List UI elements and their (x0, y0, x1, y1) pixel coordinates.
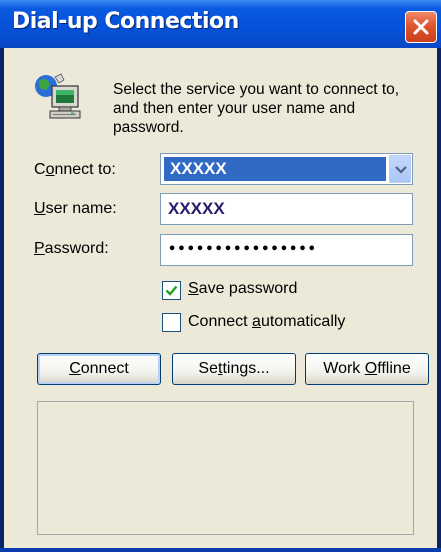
settings-button[interactable]: Settings... (172, 353, 296, 385)
password-label: Password: (34, 240, 109, 257)
save-password-checkbox[interactable] (162, 281, 181, 300)
dropdown-arrow-button[interactable] (389, 155, 411, 183)
status-area (37, 401, 414, 535)
chevron-down-icon (395, 166, 407, 174)
user-name-label: User name: (34, 200, 117, 217)
close-button[interactable] (405, 11, 437, 43)
window-title: Dial-up Connection (12, 9, 239, 34)
work-offline-button[interactable]: Work Offline (305, 353, 429, 385)
connect-to-selected-value: XXXXX (164, 157, 386, 181)
password-input[interactable]: •••••••••••••••• (160, 234, 413, 266)
window-border-bottom (0, 548, 441, 552)
connect-button[interactable]: Connect (37, 353, 161, 385)
connect-automatically-checkbox[interactable] (162, 313, 181, 332)
close-icon (413, 19, 429, 35)
connect-to-dropdown[interactable]: XXXXX (160, 153, 413, 185)
save-password-label[interactable]: Save password (188, 280, 297, 298)
intro-text: Select the service you want to connect t… (113, 81, 400, 136)
user-name-input[interactable]: XXXXX (160, 193, 413, 225)
checkmark-icon (165, 285, 178, 296)
connect-automatically-label[interactable]: Connect automatically (188, 313, 345, 331)
connect-to-label: Connect to: (34, 161, 116, 178)
title-bar[interactable]: Dial-up Connection (0, 0, 441, 48)
dialup-window: Dial-up Connection Select the service yo… (0, 0, 441, 552)
dialup-computer-icon (35, 73, 81, 119)
